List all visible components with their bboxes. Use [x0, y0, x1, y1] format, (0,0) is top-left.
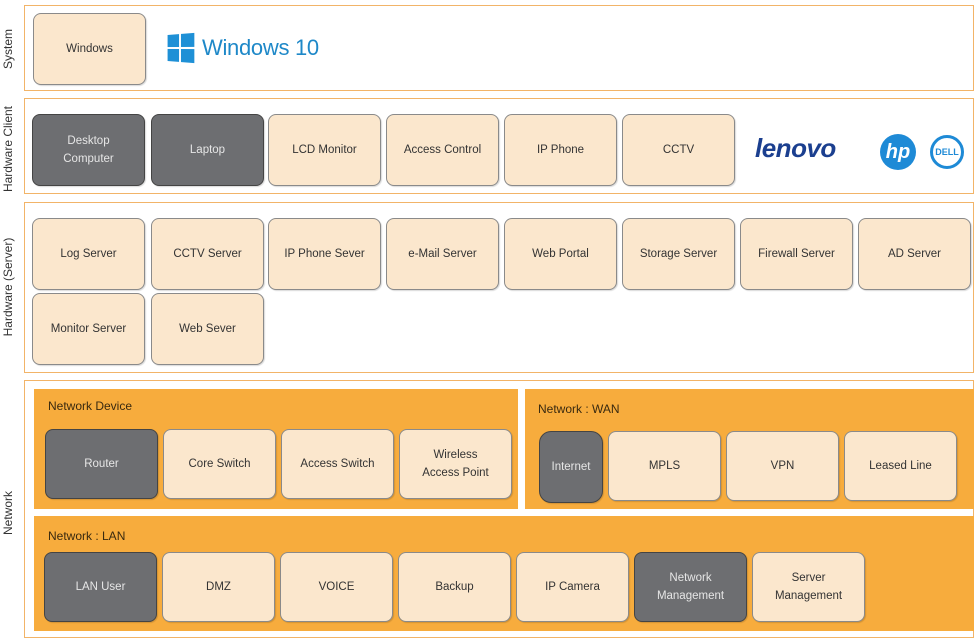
lan-user: LAN User — [44, 552, 157, 622]
wan-internet: Internet — [539, 431, 603, 503]
windows-box: Windows — [33, 13, 146, 85]
client-cctv: CCTV — [622, 114, 735, 186]
hp-logo: hp — [880, 134, 916, 170]
lan-network-management: Network Management — [634, 552, 747, 622]
wan-leased-line: Leased Line — [844, 431, 957, 501]
lenovo-logo: lenovo — [755, 133, 836, 163]
server-ip-phone: IP Phone Sever — [268, 218, 381, 290]
dell-logo: DELL — [930, 135, 964, 169]
server-storage: Storage Server — [622, 218, 735, 290]
server-monitor: Monitor Server — [32, 293, 145, 365]
device-access-switch: Access Switch — [281, 429, 394, 499]
lan-ip-camera: IP Camera — [516, 552, 629, 622]
server-web-portal: Web Portal — [504, 218, 617, 290]
device-router: Router — [45, 429, 158, 499]
client-laptop: Laptop — [151, 114, 264, 186]
device-wireless-ap: Wireless Access Point — [399, 429, 512, 499]
layer-label-server: Hardware (Server) — [1, 237, 15, 337]
network-lan-title: Network : LAN — [48, 529, 126, 543]
wan-vpn: VPN — [726, 431, 839, 501]
windows-icon — [167, 32, 195, 64]
network-device-title: Network Device — [48, 399, 133, 413]
network-wan-title: Network : WAN — [538, 402, 620, 416]
server-log: Log Server — [32, 218, 145, 290]
layer-label-network: Network — [1, 491, 15, 536]
server-web: Web Sever — [151, 293, 264, 365]
wan-mpls: MPLS — [608, 431, 721, 501]
layer-label-system: System — [1, 29, 15, 70]
client-desktop: Desktop Computer — [32, 114, 145, 186]
client-lcd-monitor: LCD Monitor — [268, 114, 381, 186]
client-ip-phone: IP Phone — [504, 114, 617, 186]
server-ad: AD Server — [858, 218, 971, 290]
windows10-logo-text: Windows 10 — [202, 35, 319, 60]
lan-dmz: DMZ — [162, 552, 275, 622]
windows10-logo: Windows 10 — [166, 32, 319, 64]
server-email: e-Mail Server — [386, 218, 499, 290]
server-firewall: Firewall Server — [740, 218, 853, 290]
layer-label-client: Hardware Client — [1, 105, 15, 193]
lan-voice: VOICE — [280, 552, 393, 622]
device-core-switch: Core Switch — [163, 429, 276, 499]
lan-server-management: Server Management — [752, 552, 865, 622]
server-cctv: CCTV Server — [151, 218, 264, 290]
client-access-control: Access Control — [386, 114, 499, 186]
lan-backup: Backup — [398, 552, 511, 622]
